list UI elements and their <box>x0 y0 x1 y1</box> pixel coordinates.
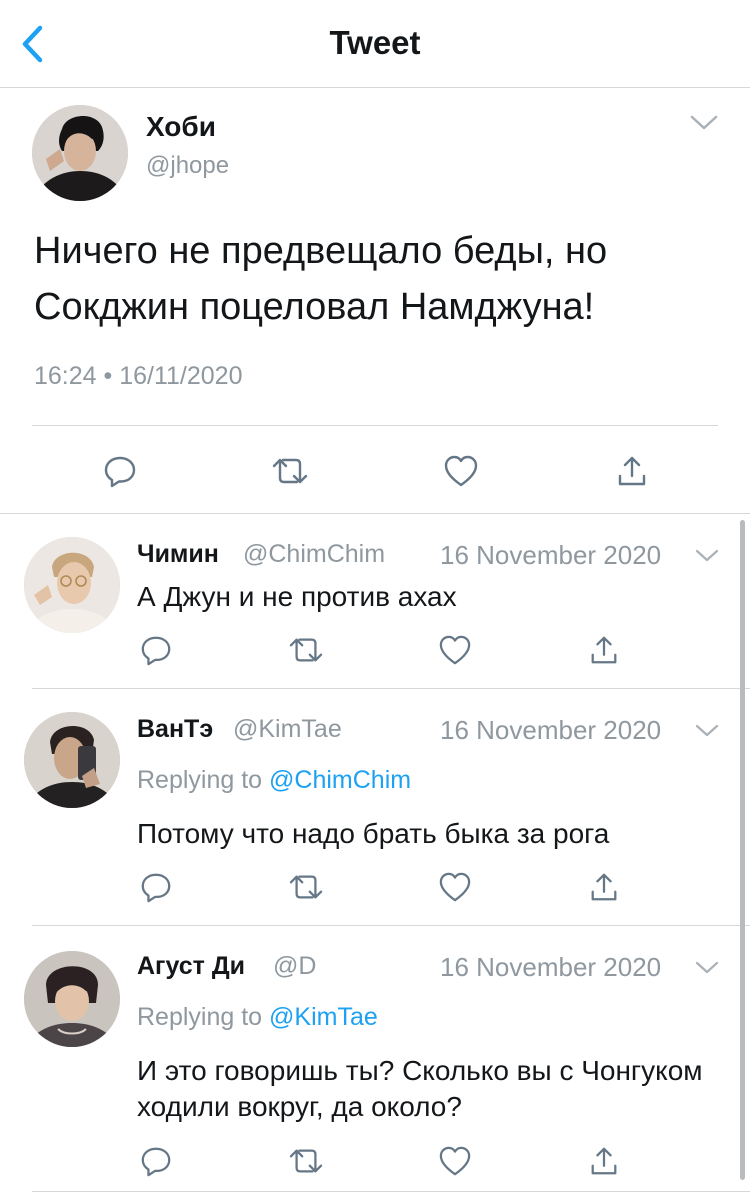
chevron-down-icon <box>695 961 719 974</box>
main-tweet: Хоби @jhope Ничего не предвещало беды, н… <box>0 89 750 514</box>
replying-to-label: Replying to <box>137 1003 263 1031</box>
avatar-photo <box>24 951 120 1047</box>
reply-tweet[interactable]: Агуст Ди @D 16 November 2020 Replying to… <box>0 927 750 1192</box>
tweet-options-button[interactable] <box>686 107 722 137</box>
share-button[interactable] <box>584 1141 624 1181</box>
reply-icon <box>141 636 171 666</box>
retweet-button[interactable] <box>286 867 326 907</box>
reply-date: 16 November 2020 <box>440 952 662 982</box>
share-icon <box>618 456 646 486</box>
tweet-options-button[interactable] <box>692 718 722 744</box>
replying-to-label: Replying to <box>137 766 263 794</box>
avatar[interactable] <box>24 712 120 808</box>
like-button[interactable] <box>435 1141 475 1181</box>
heart-icon <box>439 872 471 902</box>
heart-icon <box>439 1146 471 1176</box>
retweet-button[interactable] <box>286 1141 326 1181</box>
retweet-icon <box>289 1149 323 1173</box>
mention-link[interactable]: @KimTae <box>269 1003 378 1031</box>
tweet-timestamp: 16:24 • 16/11/2020 <box>34 362 243 390</box>
retweet-icon <box>289 875 323 899</box>
reply-text: И это говоришь ты? Сколько вы с Чонгуком… <box>137 1055 703 1122</box>
avatar[interactable] <box>24 951 120 1047</box>
tweet-options-button[interactable] <box>692 955 722 981</box>
reply-icon <box>141 873 171 903</box>
author-name[interactable]: ВанТэ <box>137 715 213 744</box>
divider <box>32 425 718 426</box>
author-handle[interactable]: @KimTae <box>233 715 342 744</box>
reply-date: 16 November 2020 <box>440 540 662 570</box>
like-button[interactable] <box>439 449 483 493</box>
retweet-icon <box>289 638 323 662</box>
share-icon <box>591 1147 617 1175</box>
avatar-photo <box>24 712 120 808</box>
divider <box>32 688 750 689</box>
replying-to-line: Replying to @KimTae <box>137 1003 378 1032</box>
avatar[interactable] <box>32 105 128 201</box>
replying-to-line: Replying to @ChimChim <box>137 766 411 795</box>
scrollbar[interactable] <box>740 520 745 1180</box>
divider <box>32 1191 750 1192</box>
share-button[interactable] <box>584 630 624 670</box>
reply-date: 16 November 2020 <box>440 715 662 745</box>
reply-button[interactable] <box>136 1141 176 1181</box>
top-navigation-bar: Tweet <box>0 0 750 88</box>
author-name[interactable]: Чимин <box>137 540 219 569</box>
reply-button[interactable] <box>136 630 176 670</box>
chevron-down-icon <box>690 115 718 130</box>
heart-icon <box>444 455 478 487</box>
share-button[interactable] <box>584 867 624 907</box>
author-handle[interactable]: @jhope <box>146 152 229 180</box>
retweet-button[interactable] <box>268 449 312 493</box>
share-button[interactable] <box>610 449 654 493</box>
mention-link[interactable]: @ChimChim <box>269 766 411 794</box>
reply-icon <box>141 1147 171 1177</box>
like-button[interactable] <box>435 630 475 670</box>
reply-button[interactable] <box>98 449 142 493</box>
avatar[interactable] <box>24 537 120 633</box>
reply-tweet[interactable]: ВанТэ @KimTae 16 November 2020 Replying … <box>0 690 750 926</box>
divider <box>32 925 750 926</box>
share-icon <box>591 636 617 664</box>
chevron-down-icon <box>695 549 719 562</box>
avatar-photo <box>24 537 120 633</box>
retweet-icon <box>272 458 308 484</box>
author-name[interactable]: Агуст Ди <box>137 952 245 981</box>
share-icon <box>591 873 617 901</box>
like-button[interactable] <box>435 867 475 907</box>
author-handle[interactable]: @ChimChim <box>243 540 385 569</box>
chevron-down-icon <box>695 724 719 737</box>
heart-icon <box>439 635 471 665</box>
reply-icon <box>104 456 136 488</box>
reply-text: Потому что надо брать быка за рога <box>137 818 610 849</box>
retweet-button[interactable] <box>286 630 326 670</box>
tweet-options-button[interactable] <box>692 543 722 569</box>
avatar-photo <box>32 105 128 201</box>
author-handle[interactable]: @D <box>273 952 316 981</box>
reply-button[interactable] <box>136 867 176 907</box>
page-title: Tweet <box>329 24 421 61</box>
tweet-text: Ничего не предвещало беды, но Сокджин по… <box>34 230 608 328</box>
author-name[interactable]: Хоби <box>146 111 216 143</box>
reply-text: А Джун и не против ахах <box>137 581 457 612</box>
reply-tweet[interactable]: Чимин @ChimChim 16 November 2020 А Джун … <box>0 515 750 689</box>
